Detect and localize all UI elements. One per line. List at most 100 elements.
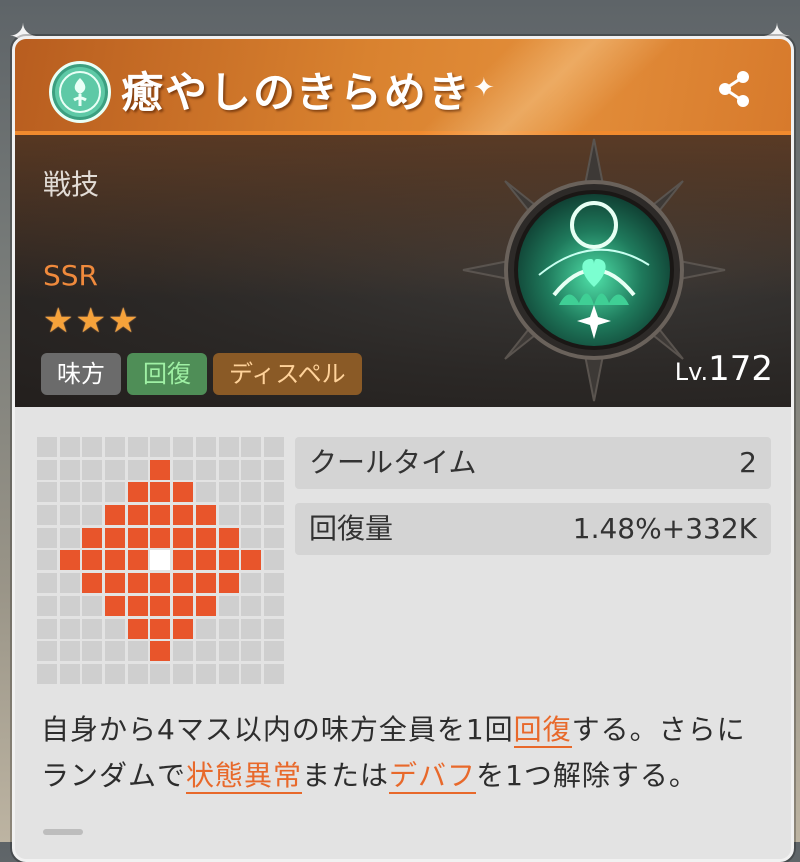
range-cell [218, 595, 239, 616]
range-cell [195, 437, 216, 457]
range-cell [263, 550, 284, 571]
range-cell [59, 459, 80, 480]
range-cell [82, 505, 103, 526]
range-cell-active [195, 573, 216, 594]
range-cell-active [195, 550, 216, 571]
range-cell [59, 573, 80, 594]
range-cell [241, 595, 262, 616]
range-cell-active [127, 482, 148, 503]
range-cell [195, 641, 216, 662]
range-cell-active [82, 527, 103, 548]
range-cell [241, 663, 262, 684]
range-cell [173, 663, 194, 684]
range-cell [59, 595, 80, 616]
range-cell [59, 527, 80, 548]
range-cell-active [173, 482, 194, 503]
description-text: または [302, 759, 390, 792]
tag-heal: 回復 [127, 353, 207, 395]
range-cell [37, 663, 57, 684]
range-cell [263, 482, 284, 503]
range-cell [37, 618, 57, 639]
range-cell [218, 459, 239, 480]
section-divider [43, 829, 83, 835]
star-rating: ★ ★ ★ [43, 303, 138, 339]
range-cell-origin [150, 550, 171, 571]
rarity-label: SSR [43, 259, 99, 292]
range-cell [82, 595, 103, 616]
range-cell-active [127, 595, 148, 616]
range-cell [241, 618, 262, 639]
range-cell-active [127, 527, 148, 548]
range-cell [218, 437, 239, 457]
skill-category: 戦技 [43, 168, 100, 201]
range-cell [218, 618, 239, 639]
range-cell [105, 437, 126, 457]
skill-hero: 戦技 SSR ★ ★ ★ 味方 回復 ディスペル Lv.172 [15, 135, 791, 407]
tree-emblem-icon [49, 61, 111, 123]
range-cell [37, 459, 57, 480]
range-cell-active [105, 595, 126, 616]
keyword-link-heal[interactable]: 回復 [513, 713, 572, 748]
range-cell [105, 459, 126, 480]
skill-title: 癒やしのきらめき [121, 68, 472, 117]
share-icon[interactable] [715, 69, 755, 109]
skill-header: 癒やしのきらめき ✦ [15, 39, 791, 135]
range-grid [37, 437, 284, 684]
range-cell-active [218, 527, 239, 548]
range-cell [195, 459, 216, 480]
range-cell [105, 663, 126, 684]
range-cell [241, 641, 262, 662]
star-icon: ★ [75, 301, 106, 341]
range-cell-active [150, 573, 171, 594]
range-cell [105, 641, 126, 662]
range-cell [263, 505, 284, 526]
range-cell [37, 527, 57, 548]
range-cell [105, 482, 126, 503]
range-cell [82, 663, 103, 684]
range-cell-active [173, 595, 194, 616]
range-cell [127, 437, 148, 457]
skill-level: Lv.172 [675, 349, 773, 389]
range-cell-active [127, 550, 148, 571]
range-cell-active [173, 550, 194, 571]
range-cell-active [150, 595, 171, 616]
range-cell-active [105, 573, 126, 594]
range-cell [127, 663, 148, 684]
stat-value: 1.48%+332K [572, 512, 757, 545]
range-cell-active [105, 550, 126, 571]
range-cell-active [241, 550, 262, 571]
range-cell [150, 663, 171, 684]
range-cell-active [195, 505, 216, 526]
description-text: を1つ解除する。 [476, 759, 698, 792]
range-cell [263, 595, 284, 616]
skill-description: 自身から4マス以内の味方全員を1回回復する。さらに ランダムで状態異常またはデバ… [41, 707, 781, 799]
range-cell [37, 482, 57, 503]
stat-label: 回復量 [309, 512, 394, 545]
range-cell-active [82, 550, 103, 571]
range-cell [82, 641, 103, 662]
range-cell-active [218, 550, 239, 571]
range-cell-active [150, 641, 171, 662]
range-cell [195, 618, 216, 639]
keyword-link-status-ailment[interactable]: 状態異常 [186, 759, 303, 794]
description-text: ランダムで [41, 759, 187, 792]
stat-row-cooldown: クールタイム 2 [295, 437, 771, 489]
range-cell-active [150, 459, 171, 480]
range-cell [241, 459, 262, 480]
range-cell-active [173, 573, 194, 594]
range-cell [241, 505, 262, 526]
keyword-link-debuff[interactable]: デバフ [389, 759, 477, 794]
level-value: 172 [708, 349, 773, 389]
range-cell [59, 641, 80, 662]
range-cell [263, 437, 284, 457]
range-cell [173, 459, 194, 480]
range-cell [241, 437, 262, 457]
range-cell [218, 641, 239, 662]
range-cell-active [173, 505, 194, 526]
range-cell [59, 618, 80, 639]
tag-list: 味方 回復 ディスペル [41, 353, 362, 395]
range-cell-active [173, 527, 194, 548]
range-cell [37, 573, 57, 594]
range-cell-active [127, 573, 148, 594]
range-cell-active [105, 527, 126, 548]
